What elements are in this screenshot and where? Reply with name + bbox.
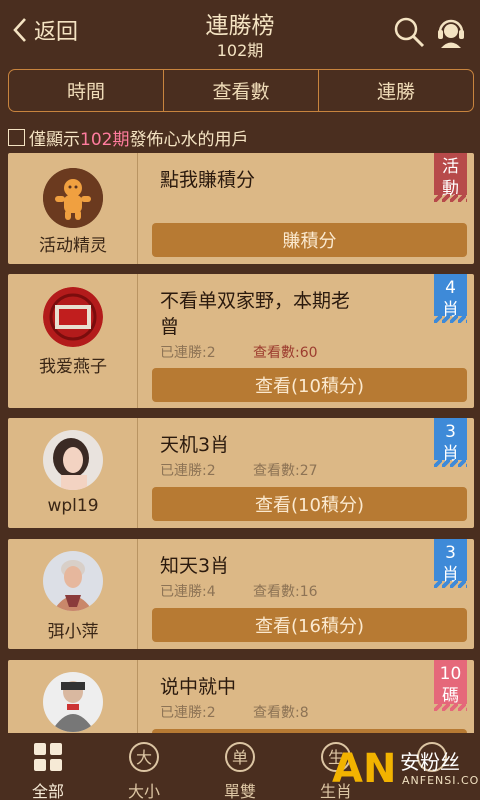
nav-all[interactable]: 全部 bbox=[0, 733, 96, 800]
avatar[interactable] bbox=[43, 287, 103, 347]
badge: 活 動 bbox=[434, 153, 467, 202]
stats: 已連勝:4 查看數:16 bbox=[160, 581, 318, 601]
sort-tabs: 時間 查看數 連勝 bbox=[8, 69, 474, 112]
badge: 4 肖 bbox=[434, 274, 467, 323]
win-streak: 已連勝:4 bbox=[160, 584, 216, 600]
watermark-logo: AN 安粉丝 ANFENSI.COM bbox=[330, 740, 480, 800]
tab-time[interactable]: 時間 bbox=[9, 70, 164, 111]
view-button[interactable]: 查看(10積分) bbox=[152, 487, 467, 521]
list-item[interactable]: 弭小萍 知天3肖 已連勝:4 查看數:16 查看(16積分) 3 肖 bbox=[8, 539, 474, 649]
username: 活动精灵 bbox=[39, 236, 107, 256]
list-item[interactable]: wpl19 天机3肖 已連勝:2 查看數:27 查看(10積分) 3 肖 bbox=[8, 418, 474, 528]
header: 返回 連勝榜 102期 bbox=[0, 0, 480, 62]
stats: 已連勝:2 查看數:27 bbox=[160, 460, 318, 480]
tips-list: 活动精灵 點我賺積分 賺積分 活 動 我爱燕子 不看单双家野，本期老 曾 已連勝… bbox=[0, 153, 480, 733]
watermark-en: ANFENSI.COM bbox=[402, 774, 480, 787]
username: wpl19 bbox=[47, 496, 99, 516]
avatar[interactable] bbox=[43, 672, 103, 732]
stats: 已連勝:2 查看數:8 bbox=[160, 702, 309, 722]
nav-label: 全部 bbox=[31, 782, 64, 800]
tip-title: 不看单双家野，本期老 曾 bbox=[160, 290, 351, 338]
nav-label: 大小 bbox=[127, 782, 160, 800]
avatar[interactable] bbox=[43, 168, 103, 228]
badge: 10 碼 bbox=[434, 660, 467, 711]
tab-views[interactable]: 查看數 bbox=[164, 70, 319, 111]
list-item[interactable]: 活动精灵 點我賺積分 賺積分 活 動 bbox=[8, 153, 474, 264]
filter-period: 102期 bbox=[80, 130, 130, 150]
user-photo-icon bbox=[43, 551, 103, 611]
shan-icon: 单 bbox=[225, 742, 255, 772]
username: 弭小萍 bbox=[47, 622, 99, 642]
nav-glyph: 单 bbox=[232, 748, 248, 767]
user-cell[interactable]: wpl19 bbox=[8, 418, 138, 528]
tip-title: 说中就中 bbox=[160, 676, 237, 698]
user-cell[interactable]: 我爱燕子 bbox=[8, 274, 138, 408]
earn-points-button[interactable]: 賺積分 bbox=[152, 223, 467, 257]
avatar[interactable] bbox=[43, 551, 103, 611]
win-streak: 已連勝:2 bbox=[160, 463, 216, 479]
list-item[interactable]: 说中就中 已連勝:2 查看數:8 10 碼 bbox=[8, 660, 474, 733]
search-icon[interactable] bbox=[392, 15, 426, 49]
filter-checkbox[interactable] bbox=[8, 129, 25, 146]
customer-service-icon[interactable] bbox=[434, 15, 468, 49]
user-photo-icon bbox=[43, 672, 103, 732]
view-count: 查看數:27 bbox=[253, 463, 318, 479]
user-cell[interactable] bbox=[8, 660, 138, 733]
tip-title: 知天3肖 bbox=[160, 555, 230, 577]
nav-label: 單雙 bbox=[223, 782, 256, 800]
tab-streak[interactable]: 連勝 bbox=[319, 70, 473, 111]
victory-icon bbox=[43, 287, 103, 347]
nav-glyph: 大 bbox=[136, 748, 152, 767]
stats: 已連勝:2 查看數:60 bbox=[160, 342, 318, 362]
username: 我爱燕子 bbox=[39, 357, 107, 377]
view-count: 查看數:60 bbox=[253, 345, 318, 361]
view-button[interactable]: 查看(16積分) bbox=[152, 608, 467, 642]
watermark-an: AN bbox=[332, 746, 397, 792]
watermark-cn: 安粉丝 bbox=[400, 750, 460, 774]
tip-title: 點我賺積分 bbox=[160, 169, 256, 191]
gingerbread-icon bbox=[43, 168, 103, 228]
filter-prefix: 僅顯示 bbox=[29, 130, 80, 150]
period-filter[interactable]: 僅顯示 102期 發佈心水的用戶 bbox=[8, 125, 248, 150]
view-button[interactable]: 查看(10積分) bbox=[152, 368, 467, 402]
win-streak: 已連勝:2 bbox=[160, 345, 216, 361]
win-streak: 已連勝:2 bbox=[160, 705, 216, 721]
nav-odd-even[interactable]: 单 單雙 bbox=[192, 733, 288, 800]
tip-title: 天机3肖 bbox=[160, 434, 230, 456]
badge: 3 肖 bbox=[434, 539, 467, 588]
filter-suffix: 發佈心水的用戶 bbox=[129, 130, 249, 150]
list-item[interactable]: 我爱燕子 不看单双家野，本期老 曾 已連勝:2 查看數:60 查看(10積分) … bbox=[8, 274, 474, 408]
badge: 3 肖 bbox=[434, 418, 467, 467]
da-icon: 大 bbox=[129, 742, 159, 772]
user-photo-icon bbox=[43, 430, 103, 490]
view-count: 查看數:8 bbox=[253, 705, 309, 721]
nav-size[interactable]: 大 大小 bbox=[96, 733, 192, 800]
view-count: 查看數:16 bbox=[253, 584, 318, 600]
user-cell[interactable]: 活动精灵 bbox=[8, 153, 138, 264]
grid-icon bbox=[34, 743, 62, 771]
avatar[interactable] bbox=[43, 430, 103, 490]
user-cell[interactable]: 弭小萍 bbox=[8, 539, 138, 649]
